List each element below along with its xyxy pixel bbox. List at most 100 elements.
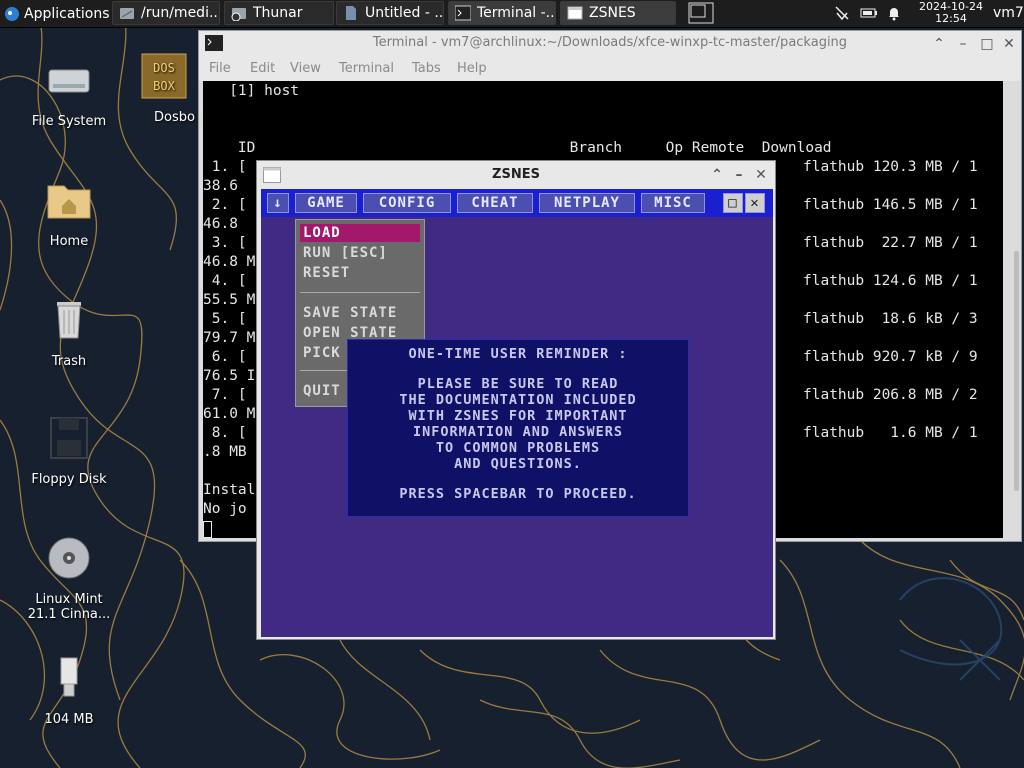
- terminal-line: 79.7 M: [203, 330, 256, 346]
- desktop-icon-floppy-disk[interactable]: Floppy Disk: [14, 414, 124, 487]
- desktop-icon-usb-drive[interactable]: 104 MB: [14, 654, 124, 727]
- terminal-line: 4. [: [203, 273, 247, 289]
- zsnes-menu-config[interactable]: CONFIG: [363, 193, 451, 213]
- zsnes-maximize-up-icon[interactable]: ⌃: [709, 167, 725, 183]
- terminal-line: .8 MB: [203, 444, 247, 460]
- desktop-icon-dosbox[interactable]: DOS BOX Dosbo: [124, 52, 204, 125]
- terminal-line: 38.6: [203, 178, 247, 194]
- desktop-icon-label: Dosbo: [154, 110, 195, 125]
- menu-file[interactable]: File: [209, 61, 231, 76]
- terminal-line: ID Branch Op Remote Download: [203, 140, 832, 156]
- top-panel: Applications ☰ /run/medi... Thunar Untit…: [0, 0, 1024, 28]
- taskbar-item-label: Thunar: [253, 5, 303, 21]
- terminal-maximize-button[interactable]: □: [979, 36, 995, 52]
- battery-icon[interactable]: [860, 5, 878, 21]
- terminal-line: No jo: [203, 501, 247, 517]
- taskbar-item-untitled[interactable]: Untitled - ...: [336, 1, 444, 25]
- terminal-menubar: File Edit View Terminal Tabs Help: [199, 57, 1021, 81]
- terminal-line: flathub 120.3 MB / 1: [803, 159, 978, 175]
- taskbar-item-terminal[interactable]: Terminal -...: [448, 1, 556, 25]
- zsnes-menu-misc[interactable]: MISC: [641, 193, 705, 213]
- taskbar-item-label: Terminal -...: [477, 5, 556, 21]
- zsnes-close-button[interactable]: ✕: [753, 167, 769, 183]
- dialog-title: ONE-TIME USER REMINDER :: [408, 346, 628, 362]
- notification-bell-icon[interactable]: [886, 5, 902, 21]
- menu-view[interactable]: View: [290, 61, 321, 76]
- clock[interactable]: 2024-10-24 12:54: [914, 1, 988, 25]
- zsnes-menu-game[interactable]: GAME: [295, 193, 357, 213]
- taskbar-item-label: Untitled - ...: [365, 5, 444, 21]
- terminal-scrollbar[interactable]: [1014, 251, 1019, 491]
- terminal-line: Instal: [203, 482, 256, 498]
- zsnes-titlebar[interactable]: ZSNES ⌃ – ✕: [257, 161, 775, 189]
- terminal-title: Terminal - vm7@archlinux:~/Downloads/xfc…: [372, 35, 848, 50]
- desktop-icon-linux-mint[interactable]: Linux Mint 21.1 Cinna...: [14, 534, 124, 622]
- zsnes-menubar: ↓ GAME CONFIG CHEAT NETPLAY MISC □ ✕: [261, 189, 773, 217]
- zsnes-window-button[interactable]: □: [723, 193, 743, 213]
- zsnes-menu-item-save-state[interactable]: SAVE STATE: [300, 304, 420, 322]
- folder-icon: [120, 8, 134, 19]
- menu-help[interactable]: Help: [457, 61, 487, 76]
- clock-time: 12:54: [935, 12, 967, 25]
- terminal-line: 1. [: [203, 159, 247, 175]
- terminal-line: flathub 22.7 MB / 1: [803, 235, 978, 251]
- terminal-cursor: [203, 521, 212, 538]
- terminal-line: 3. [: [203, 235, 247, 251]
- dialog-line: THE DOCUMENTATION INCLUDED: [399, 392, 637, 408]
- applications-menu-button[interactable]: Applications ☰: [0, 0, 126, 27]
- menu-tabs[interactable]: Tabs: [412, 61, 441, 76]
- dialog-line: AND QUESTIONS.: [454, 456, 582, 472]
- terminal-titlebar[interactable]: Terminal - vm7@archlinux:~/Downloads/xfc…: [199, 31, 1021, 57]
- terminal-line: 5. [: [203, 311, 247, 327]
- zsnes-menu-item-load[interactable]: LOAD: [300, 224, 420, 242]
- user-menu[interactable]: vm7: [993, 5, 1024, 21]
- taskbar-item-run-media[interactable]: /run/medi...: [112, 1, 220, 25]
- home-folder-icon: [47, 185, 91, 219]
- terminal-line: flathub 124.6 MB / 1: [803, 273, 978, 289]
- menu-edit[interactable]: Edit: [250, 61, 275, 76]
- zsnes-reminder-dialog: ONE-TIME USER REMINDER : PLEASE BE SURE …: [347, 339, 689, 517]
- window-icon: [263, 167, 281, 183]
- workspace-switcher-icon[interactable]: [688, 2, 714, 24]
- terminal-line: 55.5 M: [203, 292, 256, 308]
- zsnes-menu-item-run[interactable]: RUN [ESC]: [300, 244, 420, 262]
- menu-terminal[interactable]: Terminal: [339, 61, 394, 76]
- desktop-icon-label: Trash: [51, 354, 87, 369]
- network-disconnected-icon[interactable]: [834, 5, 850, 21]
- zsnes-minimize-button[interactable]: –: [731, 167, 747, 183]
- zsnes-down-arrow-icon[interactable]: ↓: [267, 193, 289, 213]
- zsnes-menu-cheat[interactable]: CHEAT: [457, 193, 533, 213]
- applications-label: Applications: [24, 5, 110, 22]
- taskbar-item-zsnes[interactable]: ZSNES: [560, 1, 676, 25]
- terminal-line: 8. [: [203, 425, 247, 441]
- dialog-line: TO COMMON PROBLEMS: [435, 440, 601, 456]
- terminal-line: flathub 920.7 kB / 9: [803, 349, 978, 365]
- terminal-line: flathub 146.5 MB / 1: [803, 197, 978, 213]
- zsnes-screen[interactable]: ↓ GAME CONFIG CHEAT NETPLAY MISC □ ✕ LOA…: [261, 189, 773, 637]
- terminal-maximize-up-icon[interactable]: ⌃: [931, 36, 947, 52]
- desktop-icon-file-system[interactable]: File System: [14, 56, 124, 129]
- desktop-icon-home[interactable]: Home: [14, 176, 124, 249]
- drive-icon: [48, 69, 90, 93]
- window-icon: [567, 6, 583, 20]
- taskbar-item-label: /run/medi...: [141, 5, 220, 21]
- menu-divider: [300, 292, 420, 293]
- taskbar-item-label: ZSNES: [589, 5, 636, 21]
- zsnes-menu-netplay[interactable]: NETPLAY: [539, 193, 635, 213]
- usb-drive-icon: [60, 657, 78, 697]
- dialog-prompt: PRESS SPACEBAR TO PROCEED.: [399, 486, 637, 502]
- svg-text:DOS: DOS: [153, 61, 175, 75]
- zsnes-menu-item-reset[interactable]: RESET: [300, 264, 420, 282]
- svg-text:BOX: BOX: [153, 79, 175, 93]
- terminal-line: [1] host: [203, 83, 300, 99]
- terminal-line: 76.5 I: [203, 368, 256, 384]
- terminal-icon: [205, 35, 223, 51]
- terminal-minimize-button[interactable]: –: [955, 36, 971, 52]
- terminal-line: 2. [: [203, 197, 247, 213]
- terminal-line: 46.8: [203, 216, 247, 232]
- taskbar-item-thunar[interactable]: Thunar: [224, 1, 334, 25]
- terminal-close-button[interactable]: ✕: [1001, 36, 1017, 52]
- zsnes-exit-button[interactable]: ✕: [745, 193, 765, 213]
- desktop-icon-trash[interactable]: Trash: [14, 296, 124, 369]
- dialog-line: PLEASE BE SURE TO READ: [417, 376, 619, 392]
